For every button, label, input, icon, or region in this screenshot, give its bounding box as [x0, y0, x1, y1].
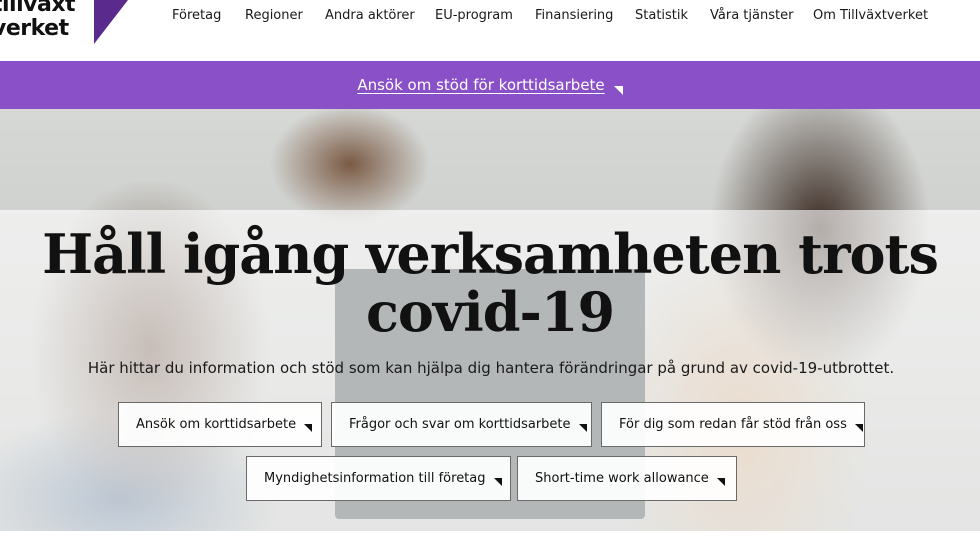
- hero-title: Håll igång verksamheten trots covid-19: [42, 222, 939, 344]
- announcement-banner: Ansök om stöd för korttidsarbete: [0, 61, 980, 109]
- nav-item-regioner[interactable]: Regioner: [245, 7, 325, 25]
- external-link-icon: [716, 475, 725, 486]
- logo-wordmark: tillväxt verket: [0, 0, 76, 41]
- site-header: tillväxt verket Företag Regioner Andra a…: [0, 0, 980, 61]
- button-label: Ansök om korttidsarbete: [136, 417, 297, 432]
- button-short-time-work-allowance[interactable]: Short-time work allowance: [517, 456, 737, 501]
- button-label: Short-time work allowance: [535, 471, 709, 486]
- hero-section: Håll igång verksamheten trots covid-19 H…: [0, 109, 980, 531]
- hero-subtitle: Här hittar du information och stöd som k…: [87, 359, 895, 377]
- nav-item-om-tillvaxtverket[interactable]: Om Tillväxtverket: [813, 7, 928, 25]
- banner-link-label: Ansök om stöd för korttidsarbete: [357, 76, 605, 94]
- external-link-icon: [613, 81, 623, 95]
- nav-item-finansiering[interactable]: Finansiering: [535, 7, 635, 25]
- nav-item-vara-tjanster[interactable]: Våra tjänster: [710, 7, 813, 25]
- nav-item-statistik[interactable]: Statistik: [635, 7, 710, 25]
- button-label: För dig som redan får stöd från oss: [619, 417, 847, 432]
- external-link-icon: [304, 421, 313, 432]
- nav-item-eu-program[interactable]: EU-program: [435, 7, 535, 25]
- button-myndighetsinformation[interactable]: Myndighetsinformation till företag: [246, 456, 511, 501]
- nav-item-andra-aktorer[interactable]: Andra aktörer: [325, 7, 435, 25]
- banner-link[interactable]: Ansök om stöd för korttidsarbete: [357, 76, 623, 95]
- button-label: Myndighetsinformation till företag: [264, 471, 486, 486]
- external-link-icon: [493, 475, 502, 486]
- main-navigation: Företag Regioner Andra aktörer EU-progra…: [172, 7, 928, 25]
- button-ansok-korttidsarbete[interactable]: Ansök om korttidsarbete: [118, 402, 322, 447]
- nav-item-foretag[interactable]: Företag: [172, 7, 245, 25]
- tillvaxtverket-logo[interactable]: tillväxt verket: [0, 0, 132, 46]
- button-redan-far-stod[interactable]: För dig som redan får stöd från oss: [601, 402, 865, 447]
- external-link-icon: [578, 421, 587, 432]
- button-label: Frågor och svar om korttidsarbete: [349, 417, 571, 432]
- external-link-icon: [854, 421, 863, 432]
- button-fragor-och-svar[interactable]: Frågor och svar om korttidsarbete: [331, 402, 592, 447]
